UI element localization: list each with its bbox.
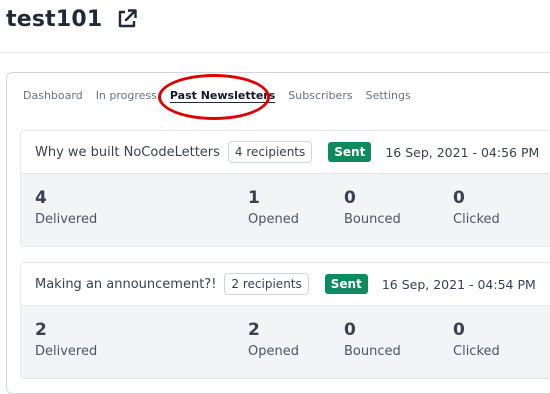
newsletter-card[interactable]: Why we built NoCodeLetters 4 recipients … <box>20 130 550 247</box>
sent-date: 16 Sep, 2021 - 04:56 PM <box>385 144 540 160</box>
stat-value: 0 <box>344 188 356 208</box>
stat-label: Delivered <box>35 212 98 227</box>
stat-value: 4 <box>35 188 47 208</box>
newsletter-card[interactable]: Making an announcement?! 2 recipients Se… <box>20 262 550 379</box>
sent-date: 16 Sep, 2021 - 04:54 PM <box>381 276 536 292</box>
stat-value: 0 <box>453 320 465 340</box>
tab-bar: Dashboard In progress Past Newsletters S… <box>23 89 424 111</box>
stat-delivered: 4 Delivered <box>35 188 97 227</box>
newsletter-card-header: Making an announcement?! 2 recipients Se… <box>21 263 550 305</box>
newsletters-panel: Dashboard In progress Past Newsletters S… <box>6 72 550 394</box>
stat-bounced: 0 Bounced <box>344 320 401 359</box>
tab-settings[interactable]: Settings <box>366 89 411 111</box>
stat-opened: 2 Opened <box>248 320 299 359</box>
stat-clicked: 0 Clicked <box>453 320 500 359</box>
newsletter-subject[interactable]: Making an announcement?! <box>35 277 216 292</box>
stat-value: 0 <box>453 188 465 208</box>
newsletter-subject[interactable]: Why we built NoCodeLetters <box>35 145 220 160</box>
page-header: test101 <box>6 4 138 34</box>
stat-value: 2 <box>35 320 47 340</box>
external-link-icon[interactable] <box>116 8 138 30</box>
stat-bounced: 0 Bounced <box>344 188 401 227</box>
recipients-badge[interactable]: 2 recipients <box>224 273 309 295</box>
stat-opened: 1 Opened <box>248 188 299 227</box>
newsletter-stats: 2 Delivered 2 Opened 0 Bounced 0 Clicked <box>21 305 550 378</box>
stat-label: Bounced <box>344 212 401 227</box>
recipients-badge[interactable]: 4 recipients <box>227 141 313 163</box>
status-badge: Sent <box>328 142 372 162</box>
stat-label: Clicked <box>453 344 500 359</box>
tab-past-newsletters[interactable]: Past Newsletters <box>170 89 275 111</box>
stat-value: 2 <box>248 320 260 340</box>
stat-label: Delivered <box>35 344 98 359</box>
newsletter-stats: 4 Delivered 1 Opened 0 Bounced 0 Clicked <box>21 173 550 246</box>
stat-label: Opened <box>248 344 299 359</box>
stat-label: Clicked <box>453 212 500 227</box>
stat-delivered: 2 Delivered <box>35 320 97 359</box>
newsletter-card-header: Why we built NoCodeLetters 4 recipients … <box>21 131 550 173</box>
tab-in-progress[interactable]: In progress <box>96 89 157 111</box>
stat-clicked: 0 Clicked <box>453 188 500 227</box>
stat-label: Opened <box>248 212 299 227</box>
page-title: test101 <box>6 6 103 32</box>
tab-dashboard[interactable]: Dashboard <box>23 89 83 111</box>
status-badge: Sent <box>324 274 368 294</box>
stat-value: 1 <box>248 188 260 208</box>
header-divider <box>0 52 550 53</box>
stat-label: Bounced <box>344 344 401 359</box>
stat-value: 0 <box>344 320 356 340</box>
tab-subscribers[interactable]: Subscribers <box>288 89 352 111</box>
